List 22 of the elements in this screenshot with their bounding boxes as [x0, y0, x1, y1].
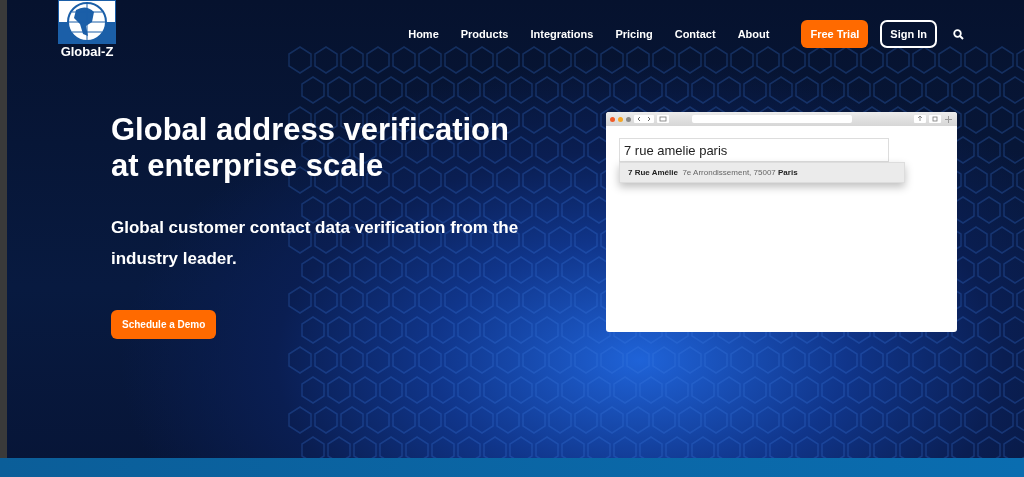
address-input-field[interactable]: 7 rue amelie paris	[619, 138, 889, 162]
sidebar-icon[interactable]	[657, 115, 669, 123]
search-icon[interactable]	[953, 28, 964, 40]
nav-link[interactable]: Integrations	[530, 28, 594, 40]
window-dot-icon[interactable]	[610, 116, 615, 122]
tabs-icon[interactable]	[929, 115, 941, 123]
nav-link[interactable]: Products	[460, 28, 509, 40]
plus-icon[interactable]	[944, 114, 953, 124]
nav-link[interactable]: Home	[408, 28, 439, 40]
hero-title: Global address verification at enterprise scale	[111, 112, 510, 184]
address-suggestion[interactable]: 7 Rue Amélie 7e Arrondissement, 75007 Paris	[619, 162, 905, 183]
nav-link[interactable]: About	[737, 28, 770, 40]
hero-subtitle: Global customer contact data verification from the industry leader.	[111, 217, 520, 270]
window-dot-icon[interactable]	[618, 116, 623, 122]
sign-in-button[interactable]: Sign In	[880, 20, 937, 48]
nav-link[interactable]: Pricing	[615, 28, 653, 40]
nav-link[interactable]: Contact	[674, 28, 716, 40]
globe-logo-icon[interactable]	[58, 0, 116, 44]
logo-text: Global-Z	[60, 44, 114, 59]
share-icon[interactable]	[914, 115, 926, 123]
back-forward-icon[interactable]	[634, 115, 654, 123]
window-dot-icon[interactable]	[626, 116, 631, 122]
